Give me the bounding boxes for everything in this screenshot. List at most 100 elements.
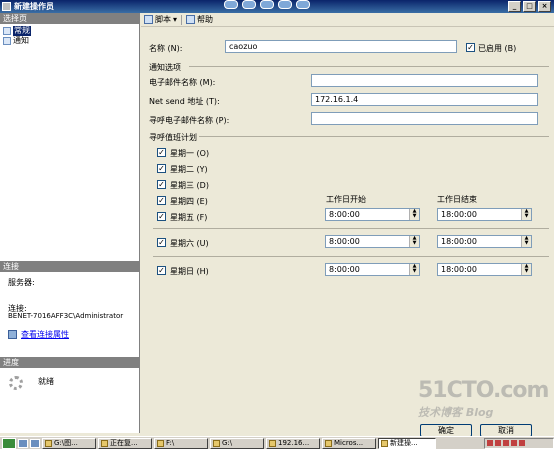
thursday-checkbox[interactable]: ✓ [157, 196, 166, 205]
taskbar-item-label: Micros... [334, 438, 364, 447]
quick-launch-icon[interactable] [278, 0, 292, 9]
notify-options-group: 通知选项 [149, 63, 181, 72]
friday-label: 星期五 (F) [170, 213, 208, 222]
row-divider [153, 256, 549, 257]
help-button[interactable]: 帮助 [186, 14, 213, 25]
view-connection-link[interactable]: 查看连接属性 [21, 329, 69, 340]
close-button[interactable]: × [538, 1, 551, 12]
email-field[interactable] [311, 74, 538, 87]
quick-launch-icon[interactable] [260, 0, 274, 9]
sunday-end-time[interactable]: 18:00:00 ▲ ▼ [437, 263, 532, 276]
taskbar-item[interactable]: G:\图... [42, 437, 96, 449]
sunday-start-time[interactable]: 8:00:00 ▲ ▼ [325, 263, 420, 276]
wednesday-checkbox[interactable]: ✓ [157, 180, 166, 189]
sunday-end-value: 18:00:00 [441, 265, 477, 274]
netsend-label: Net send 地址 (T): [149, 97, 220, 106]
pager-field[interactable] [311, 112, 538, 125]
spinner-arrows-icon[interactable]: ▲ ▼ [521, 236, 531, 247]
page-item-notifications[interactable]: 通知 [3, 36, 29, 46]
app-icon [325, 439, 332, 447]
script-label: 脚本 [155, 15, 171, 24]
progress-status: 就绪 [38, 377, 54, 386]
tuesday-label: 星期二 (Y) [170, 165, 208, 174]
netsend-field[interactable]: 172.16.1.4 [311, 93, 538, 106]
sunday-label: 星期日 (H) [170, 267, 209, 276]
connection-value: BENET-7016AFF3C\Administrator [8, 312, 124, 320]
spinner-arrows-icon[interactable]: ▲ ▼ [521, 209, 531, 220]
friday-end-value: 18:00:00 [441, 210, 477, 219]
network-icon [269, 439, 276, 447]
connection-header: 连接 [0, 261, 139, 272]
taskbar-item[interactable]: G:\ [210, 437, 264, 449]
workday-start-header: 工作日开始 [326, 195, 366, 204]
thursday-label: 星期四 (E) [170, 197, 208, 206]
script-button[interactable]: 脚本 ▾ [144, 14, 177, 25]
minimize-button[interactable]: _ [508, 1, 521, 12]
saturday-start-time[interactable]: 8:00:00 ▲ ▼ [325, 235, 420, 248]
view-connection-properties[interactable]: 查看连接属性 [8, 329, 69, 340]
sunday-checkbox[interactable]: ✓ [157, 266, 166, 275]
folder-icon [45, 439, 52, 447]
quick-launch-icon[interactable] [18, 438, 28, 448]
taskbar-item[interactable]: F:\ [154, 437, 208, 449]
tray-icon[interactable] [511, 440, 517, 446]
system-tray [484, 437, 554, 449]
tray-icon[interactable] [487, 440, 493, 446]
name-field[interactable]: caozuo [225, 40, 457, 53]
enabled-checkbox[interactable]: ✓ [466, 43, 475, 52]
saturday-end-value: 18:00:00 [441, 237, 477, 246]
toolbar-separator [181, 14, 183, 25]
select-page-header: 选择页 [0, 13, 139, 24]
tray-icon[interactable] [495, 440, 501, 446]
quick-launch-icon[interactable] [224, 0, 238, 9]
sunday-start-value: 8:00:00 [329, 265, 360, 274]
spinner-arrows-icon[interactable]: ▲ ▼ [409, 264, 419, 275]
friday-end-time[interactable]: 18:00:00 ▲ ▼ [437, 208, 532, 221]
folder-icon [213, 439, 220, 447]
taskbar-item-label: G:\图... [54, 438, 78, 447]
tuesday-checkbox[interactable]: ✓ [157, 164, 166, 173]
pager-schedule-group: 寻呼值班计划 [149, 133, 197, 142]
watermark: 51CTO.com 技术博客 Blog [414, 378, 554, 426]
tray-icon[interactable] [519, 440, 525, 446]
quick-launch-icon[interactable] [30, 438, 40, 448]
progress-spinner-icon [9, 376, 23, 390]
friday-checkbox[interactable]: ✓ [157, 212, 166, 221]
app-icon [381, 439, 388, 447]
window-title: 新建操作员 [14, 2, 54, 11]
taskbar-item-label: F:\ [166, 438, 175, 447]
taskbar-item[interactable]: Micros... [322, 437, 376, 449]
taskbar-item-label: 新建操... [390, 438, 418, 447]
saturday-label: 星期六 (U) [170, 239, 209, 248]
taskbar: G:\图... 正在复... F:\ G:\ 192.16... Micros.… [0, 436, 554, 449]
new-operator-dialog: 新建操作员 _ □ × 选择页 常规 通知 连接 服务器: 连接: BENET-… [0, 0, 554, 437]
spinner-arrows-icon[interactable]: ▲ ▼ [521, 264, 531, 275]
page-item-general[interactable]: 常规 [3, 26, 31, 36]
quick-launch-icon[interactable] [296, 0, 310, 9]
script-icon [144, 15, 153, 24]
enabled-label: 已启用 (B) [478, 44, 517, 53]
maximize-button[interactable]: □ [523, 1, 536, 12]
group-divider [199, 136, 549, 137]
monday-checkbox[interactable]: ✓ [157, 148, 166, 157]
taskbar-item-active[interactable]: 新建操... [378, 437, 436, 449]
folder-icon [157, 439, 164, 447]
taskbar-item[interactable]: 192.16... [266, 437, 320, 449]
quick-launch-icon[interactable] [242, 0, 256, 9]
folder-icon [101, 439, 108, 447]
help-icon [186, 15, 196, 24]
progress-header: 进度 [0, 357, 139, 368]
start-button[interactable] [2, 437, 16, 449]
taskbar-item[interactable]: 正在复... [98, 437, 152, 449]
saturday-checkbox[interactable]: ✓ [157, 238, 166, 247]
page-icon [3, 27, 11, 35]
friday-start-time[interactable]: 8:00:00 ▲ ▼ [325, 208, 420, 221]
spinner-arrows-icon[interactable]: ▲ ▼ [409, 209, 419, 220]
group-divider [189, 66, 549, 67]
spinner-arrows-icon[interactable]: ▲ ▼ [409, 236, 419, 247]
title-bar: 新建操作员 _ □ × [0, 0, 554, 13]
server-label: 服务器: [8, 278, 35, 287]
saturday-end-time[interactable]: 18:00:00 ▲ ▼ [437, 235, 532, 248]
tray-icon[interactable] [503, 440, 509, 446]
name-label: 名称 (N): [149, 44, 183, 53]
